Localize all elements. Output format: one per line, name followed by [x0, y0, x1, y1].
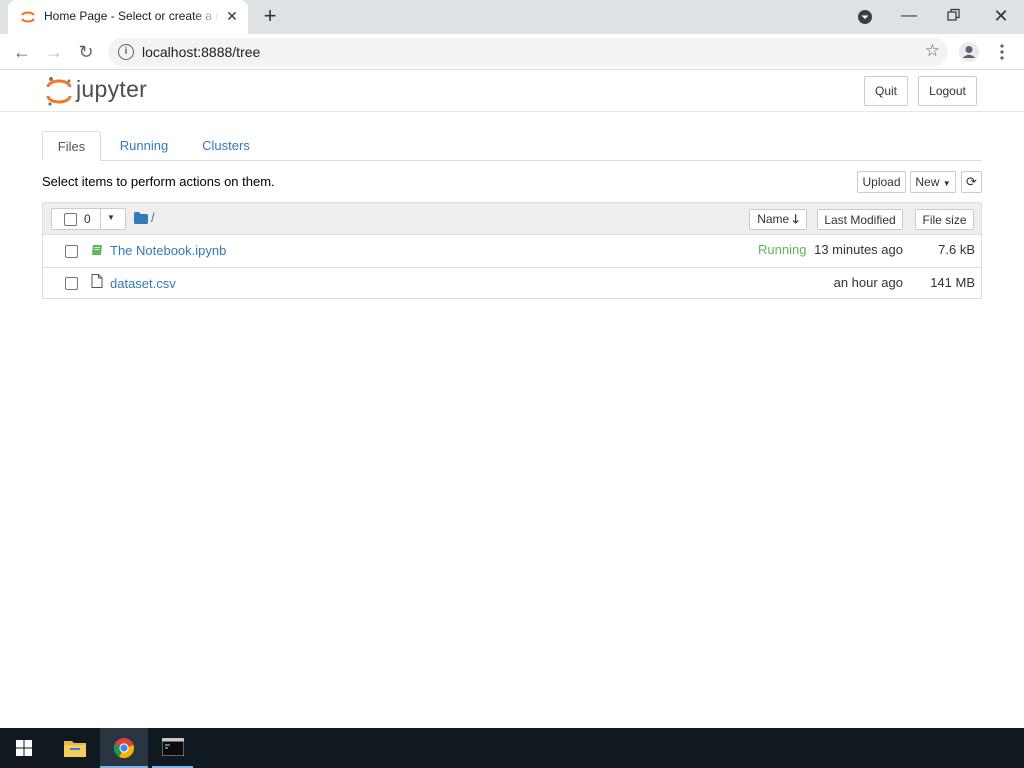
browser-tab-title: Home Page - Select or create a notebook: [44, 9, 220, 23]
file-row-notebook[interactable]: The Notebook.ipynb Running 13 minutes ag…: [43, 235, 981, 267]
address-bar[interactable]: i localhost:8888/tree ☆: [108, 38, 948, 66]
file-icon: [91, 274, 103, 288]
browser-tab[interactable]: Home Page - Select or create a notebook …: [8, 0, 248, 34]
file-list: 0 ▼ / Name 🡓 Last Modified File size The…: [42, 202, 982, 299]
reload-icon[interactable]: ↻: [74, 40, 98, 64]
arrow-down-icon: 🡓: [792, 212, 799, 226]
tab-search-icon[interactable]: [857, 9, 873, 25]
jupyter-header: jupyter Quit Logout: [0, 71, 1024, 112]
file-explorer-icon[interactable]: [64, 738, 86, 758]
restore-icon[interactable]: [947, 8, 961, 22]
jupyter-logo-text[interactable]: jupyter: [76, 76, 147, 103]
row-checkbox[interactable]: [65, 277, 78, 290]
file-list-header: 0 ▼ / Name 🡓 Last Modified File size: [43, 203, 981, 235]
new-dropdown-button[interactable]: New ▼: [910, 171, 956, 193]
sort-size-button[interactable]: File size: [915, 209, 974, 230]
quit-button[interactable]: Quit: [864, 76, 908, 106]
new-button-label: New: [915, 175, 940, 189]
new-tab-icon[interactable]: +: [258, 4, 282, 28]
upload-button[interactable]: Upload: [857, 171, 906, 193]
browser-toolbar: ← → ↻ i localhost:8888/tree ☆: [0, 34, 1024, 70]
caret-down-icon: ▼: [942, 179, 951, 188]
jupyter-favicon-icon: [20, 9, 36, 25]
logout-button[interactable]: Logout: [918, 76, 977, 106]
close-window-icon[interactable]: ✕: [986, 4, 1016, 28]
selection-divider: [100, 209, 101, 229]
chrome-icon: [113, 737, 135, 759]
file-name-link[interactable]: dataset.csv: [110, 276, 176, 291]
close-tab-icon[interactable]: ✕: [224, 8, 240, 24]
browser-tabstrip: Home Page - Select or create a notebook …: [0, 0, 1024, 34]
sort-modified-button[interactable]: Last Modified: [817, 209, 903, 230]
running-status: Running: [758, 242, 807, 257]
refresh-icon: ⟳: [966, 174, 977, 189]
selection-hint: Select items to perform actions on them.: [42, 174, 275, 189]
select-all-checkbox[interactable]: [64, 213, 77, 226]
sort-name-label: Name: [757, 212, 790, 226]
bookmark-star-icon[interactable]: ☆: [925, 41, 940, 61]
selected-count: 0: [84, 212, 91, 226]
info-icon[interactable]: i: [118, 44, 134, 60]
selection-dropdown-icon[interactable]: ▼: [107, 213, 115, 222]
tab-files[interactable]: Files: [42, 131, 101, 161]
address-url: localhost:8888/tree: [142, 44, 261, 60]
last-modified: 13 minutes ago: [814, 242, 903, 257]
row-checkbox[interactable]: [65, 245, 78, 258]
jupyter-logo-icon[interactable]: [45, 75, 73, 107]
profile-avatar-icon[interactable]: [958, 41, 980, 63]
tab-clusters[interactable]: Clusters: [192, 131, 260, 161]
file-row-csv[interactable]: dataset.csv an hour ago 141 MB: [43, 267, 981, 299]
terminal-icon: [161, 737, 185, 757]
select-all-group: 0 ▼: [51, 208, 126, 230]
tabs-divider: [42, 160, 982, 161]
breadcrumb-root[interactable]: /: [151, 210, 155, 225]
back-icon[interactable]: ←: [10, 40, 34, 64]
browser-menu-icon[interactable]: [995, 43, 1009, 61]
refresh-button[interactable]: ⟳: [961, 171, 982, 193]
minimize-icon[interactable]: —: [894, 4, 924, 28]
folder-icon[interactable]: [134, 211, 148, 224]
file-name-link[interactable]: The Notebook.ipynb: [110, 243, 226, 258]
taskbar: [0, 728, 1024, 768]
last-modified: an hour ago: [833, 275, 903, 290]
sort-name-button[interactable]: Name 🡓: [749, 209, 807, 230]
windows-start-icon[interactable]: [16, 740, 32, 756]
notebook-icon: [91, 243, 103, 255]
file-size: 141 MB: [930, 275, 975, 290]
forward-icon[interactable]: →: [42, 40, 66, 64]
tab-running[interactable]: Running: [110, 131, 178, 161]
file-size: 7.6 kB: [938, 242, 975, 257]
